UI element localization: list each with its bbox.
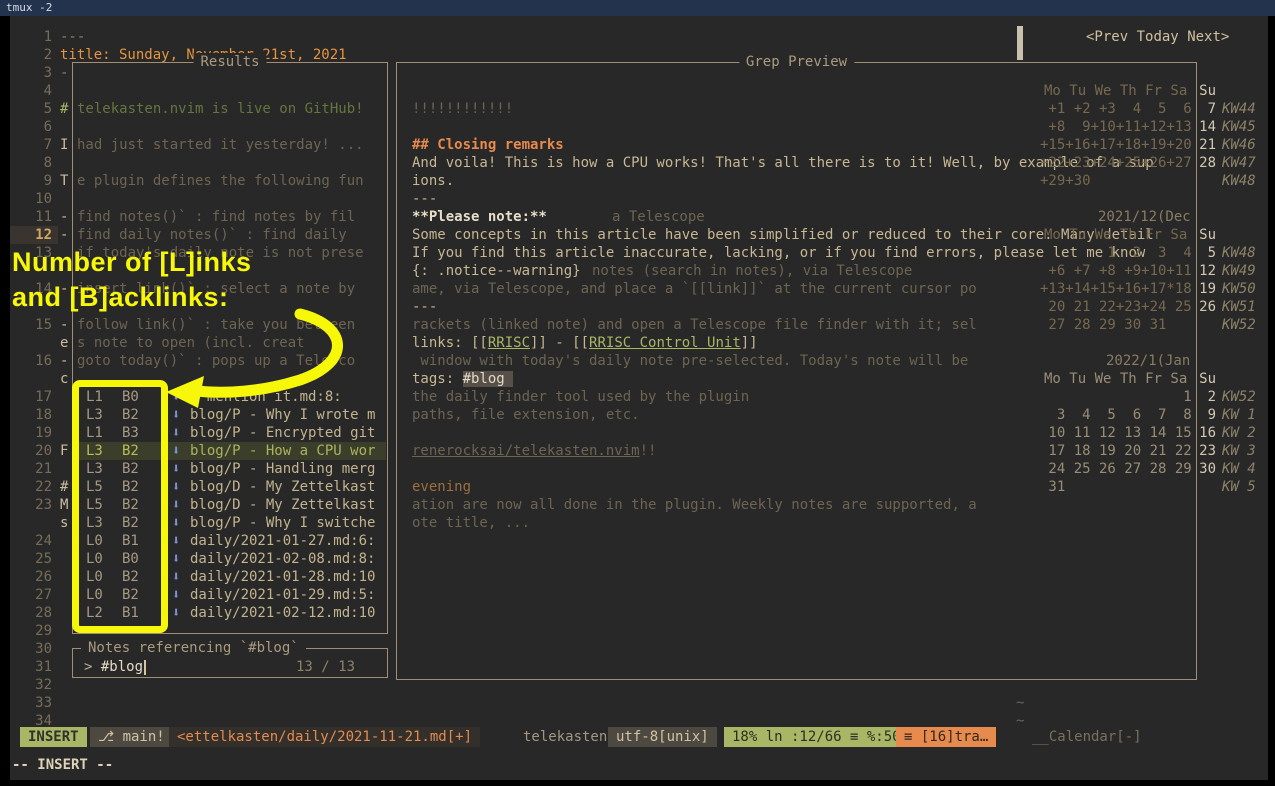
annotation-layer: Number of [L]inks and [B]acklinks: — [0, 0, 1275, 786]
annotation-arrow — [150, 300, 370, 420]
annotation-text-line1: Number of [L]inks — [12, 246, 252, 278]
